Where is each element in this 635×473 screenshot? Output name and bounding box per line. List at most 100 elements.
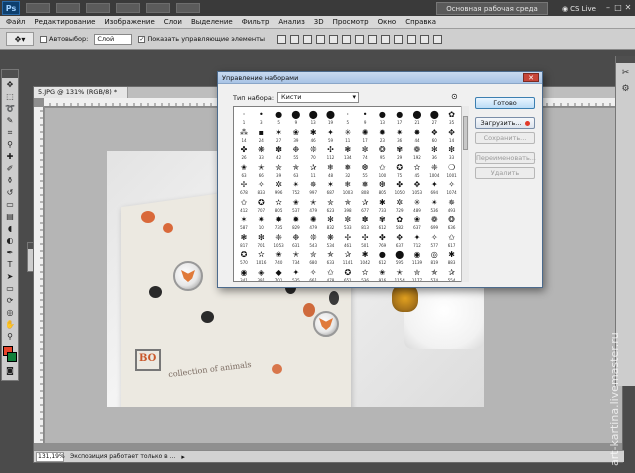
brush-preset-cell[interactable]: ✭ 479	[305, 197, 321, 213]
brush-preset-cell[interactable]: ❈ 1053	[271, 232, 287, 248]
brush-preset-cell[interactable]: ❄ 48	[323, 162, 339, 178]
brush-preset-cell[interactable]: ✥ 14	[444, 127, 460, 143]
brush-preset-cell[interactable]: ⬤ 21	[409, 109, 425, 125]
brush-preset-cell[interactable]: ⬤ 595	[392, 249, 408, 265]
clone-stamp-tool-icon[interactable]: ⚱	[3, 175, 17, 186]
brush-preset-cell[interactable]: ✪ 707	[253, 197, 269, 213]
menu-analysis[interactable]: Анализ	[278, 18, 304, 26]
brush-preset-cell[interactable]: ❊ 543	[305, 232, 321, 248]
dialog-close-button[interactable]: ✕	[523, 73, 539, 82]
brush-preset-cell[interactable]: ✽ 813	[357, 214, 373, 230]
brush-preset-cell[interactable]: ✥ 1053	[409, 179, 425, 195]
brush-preset-cell[interactable]: ✪ 570	[236, 249, 252, 265]
brush-preset-cell[interactable]: ❁ 192	[409, 144, 425, 160]
brush-preset-cell[interactable]: ❋ 534	[323, 232, 339, 248]
3d-orbit-tool-icon[interactable]: ◎	[3, 307, 17, 318]
distribute-bottom-icon[interactable]	[381, 34, 390, 44]
brush-preset-cell[interactable]: ✽ 42	[271, 144, 287, 160]
brush-preset-cell[interactable]: ❆ 55	[357, 162, 373, 178]
pen-tool-icon[interactable]: ✒	[3, 247, 17, 258]
brush-preset-cell[interactable]: ✱ 1042	[357, 249, 373, 265]
brush-preset-cell[interactable]: ❇ 701	[253, 232, 269, 248]
brush-preset-cell[interactable]: ❉ 55	[288, 144, 304, 160]
menu-select[interactable]: Выделение	[191, 18, 233, 26]
brush-preset-cell[interactable]: • 9	[357, 109, 373, 125]
autoselect-dropdown[interactable]: Слой	[94, 33, 133, 45]
checkbox-box[interactable]	[40, 35, 47, 43]
zoom-field[interactable]: 131,19%	[36, 451, 65, 462]
autoselect-checkbox[interactable]: Автовыбор:	[40, 35, 88, 43]
brush-preset-cell[interactable]: ✫ 536	[357, 267, 373, 282]
brush-preset-cell[interactable]: ✩ 617	[444, 232, 460, 248]
brush-preset-cell[interactable]: ❃ 817	[236, 232, 252, 248]
document-tab[interactable]: 5.JPG @ 131% (RGB/8) *	[34, 87, 129, 98]
brush-preset-cell[interactable]: ✧ 1074	[444, 179, 460, 195]
brush-preset-cell[interactable]: ◈ 391	[253, 267, 269, 282]
gradient-tool-icon[interactable]: ▤	[3, 211, 17, 222]
delete-button[interactable]: Удалить	[475, 167, 535, 179]
brush-preset-cell[interactable]: ✵ 997	[305, 179, 321, 195]
brush-preset-cell[interactable]: ✿ 582	[392, 214, 408, 230]
quick-select-tool-icon[interactable]: ✎	[3, 115, 17, 126]
done-button[interactable]: Готово	[475, 97, 535, 109]
align-top-icon[interactable]	[277, 34, 286, 44]
brush-preset-cell[interactable]: ✣ 112	[323, 144, 339, 160]
zoom-tool-icon[interactable]: ⚲	[3, 331, 17, 342]
minibridge-button[interactable]	[56, 3, 80, 13]
brush-preset-cell[interactable]: ✣ 501	[357, 232, 373, 248]
brush-preset-cell[interactable]: ✲ 729	[392, 197, 408, 213]
brush-preset-cell[interactable]: ✫ 1016	[253, 249, 269, 265]
brush-preset-cell[interactable]: ✩ 412	[236, 197, 252, 213]
vertical-ruler[interactable]	[34, 107, 44, 443]
brush-preset-cell[interactable]: ✯ 398	[340, 197, 356, 213]
screen-mode-button[interactable]	[176, 3, 200, 13]
brush-preset-cell[interactable]: ✿ 35	[444, 109, 460, 125]
menu-layers[interactable]: Слои	[164, 18, 182, 26]
brush-preset-cell[interactable]: ❁ 699	[426, 214, 442, 230]
brush-preset-cell[interactable]: ✰ 11	[305, 162, 321, 178]
brush-preset-cell[interactable]: ❊ 70	[305, 144, 321, 160]
brush-preset-cell[interactable]: ✱ 883	[444, 249, 460, 265]
background-color-swatch[interactable]	[7, 352, 17, 362]
menu-image[interactable]: Изображение	[104, 18, 154, 26]
brush-preset-cell[interactable]: ❋ 33	[253, 144, 269, 160]
brush-preset-cell[interactable]: ✪ 651	[340, 267, 356, 282]
brush-preset-cell[interactable]: ✻ 36	[426, 144, 442, 160]
brush-preset-cell[interactable]: ● 13	[374, 109, 390, 125]
brush-preset-cell[interactable]: ❀ 637	[409, 214, 425, 230]
menu-edit[interactable]: Редактирование	[34, 18, 95, 26]
brush-preset-cell[interactable]: ✧ 661	[305, 267, 321, 282]
brush-preset-cell[interactable]: ✺ 479	[305, 214, 321, 230]
brush-preset-cell[interactable]: ✴ 752	[288, 179, 304, 195]
eyedropper-tool-icon[interactable]: ⚲	[3, 139, 17, 150]
brush-preset-cell[interactable]: ✦ 59	[323, 127, 339, 143]
brush-preset-cell[interactable]: ✶ 587	[236, 214, 252, 230]
crop-tool-icon[interactable]: ⌗	[3, 127, 17, 138]
brush-preset-cell[interactable]: ❄ 1003	[340, 179, 356, 195]
brush-preset-cell[interactable]: ✫ 45	[409, 162, 425, 178]
brush-preset-cell[interactable]: ❀ 39	[288, 127, 304, 143]
tools-panel-header[interactable]	[2, 70, 18, 78]
brush-preset-cell[interactable]: ✶ 27	[271, 127, 287, 143]
brush-preset-cell[interactable]: ❃ 134	[340, 144, 356, 160]
brush-preset-cell[interactable]: ⬤ 19	[323, 109, 339, 125]
menu-help[interactable]: Справка	[405, 18, 436, 26]
auto-align-icon[interactable]	[433, 34, 442, 44]
brush-preset-cell[interactable]: ❇ 33	[444, 144, 460, 160]
brush-preset-cell[interactable]: ✬ 916	[374, 267, 390, 282]
clone-source-icon[interactable]: ⚙	[620, 83, 632, 95]
brush-preset-cell[interactable]: ✭ 1154	[392, 267, 408, 282]
menu-filter[interactable]: Фильтр	[242, 18, 270, 26]
cs-live-button[interactable]: ◉ CS Live	[562, 2, 600, 15]
brush-preset-cell[interactable]: · 1	[236, 109, 252, 125]
brush-tool-icon[interactable]: ✐	[3, 163, 17, 174]
brush-preset-cell[interactable]: ▪ 24	[253, 127, 269, 143]
brush-preset-cell[interactable]: ✧ 577	[426, 232, 442, 248]
brush-preset-cell[interactable]: ✦ 535	[288, 267, 304, 282]
brush-preset-cell[interactable]: ✵ 493	[444, 197, 460, 213]
photoshop-logo[interactable]: Ps	[2, 1, 20, 15]
brush-preset-cell[interactable]: ✫ 805	[271, 197, 287, 213]
distribute-vcenter-icon[interactable]	[368, 34, 377, 44]
brush-preset-cell[interactable]: ❂ 95	[374, 144, 390, 160]
brush-preset-cell[interactable]: ◉ 1139	[409, 249, 425, 265]
